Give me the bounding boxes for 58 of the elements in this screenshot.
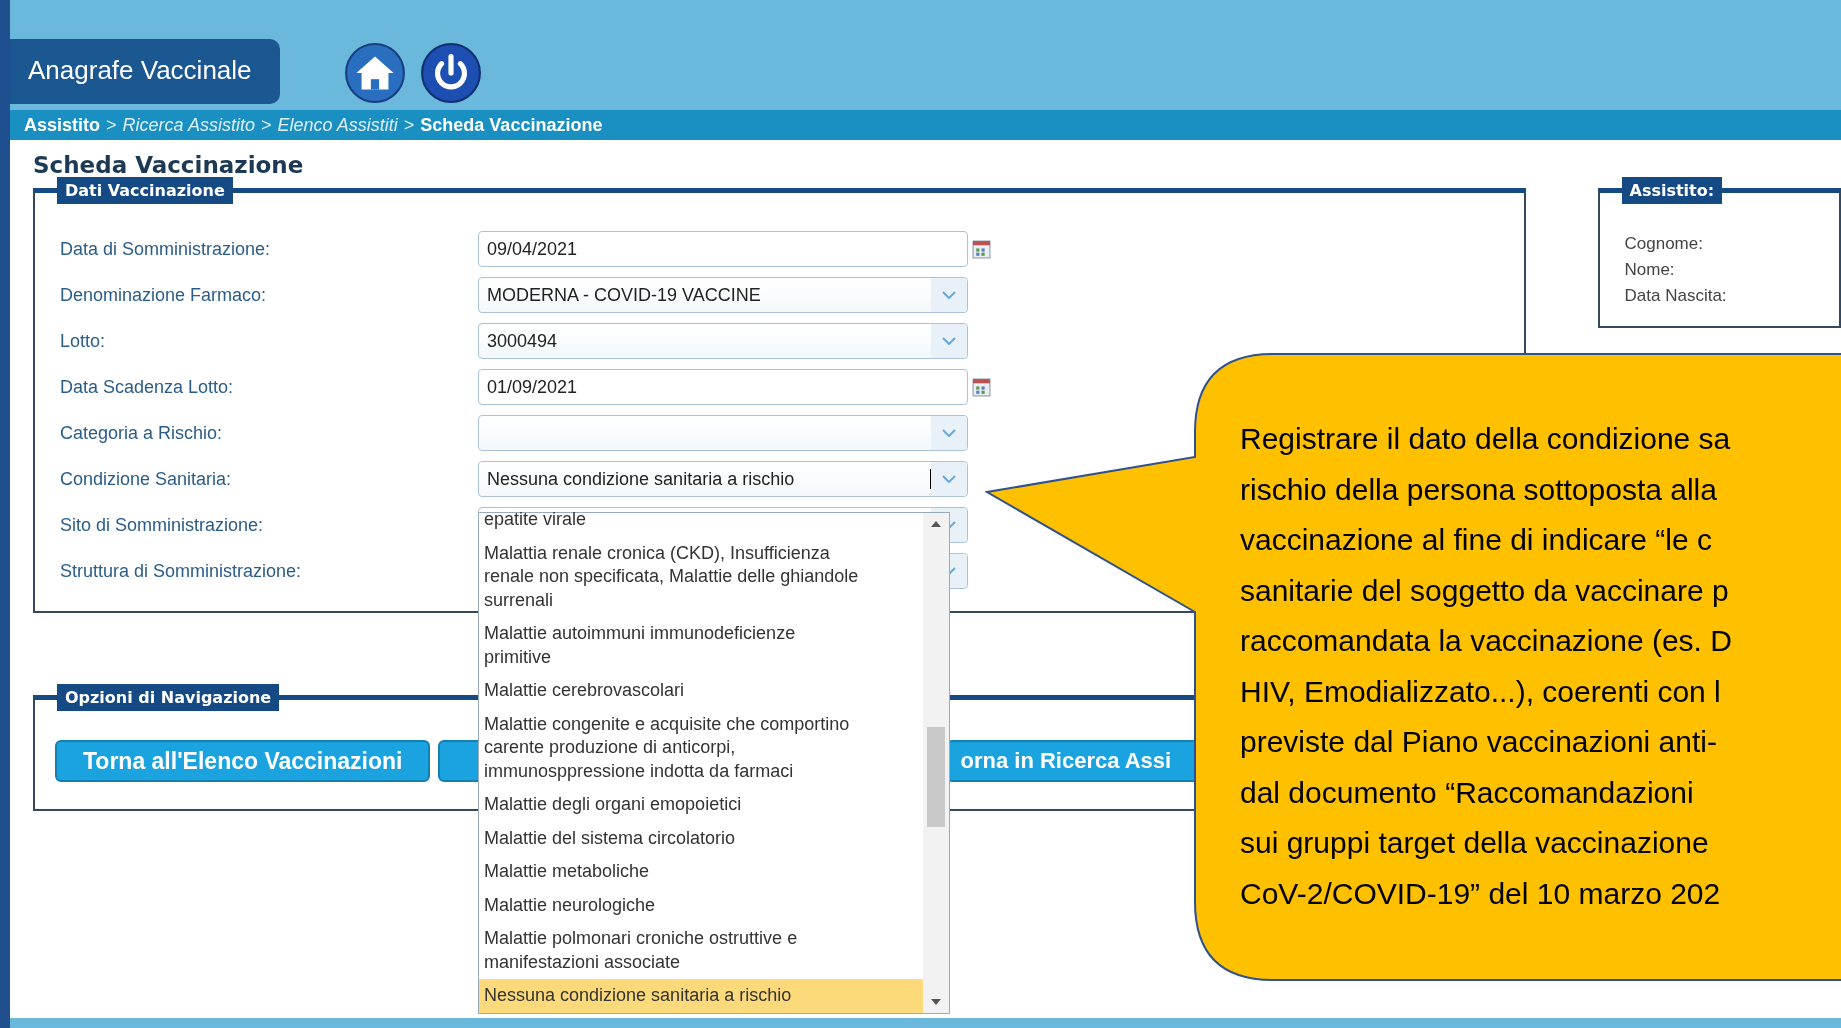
- dropdown-option[interactable]: Malattie degli organi emopoietici: [479, 788, 923, 822]
- breadcrumb-separator: >: [106, 114, 117, 136]
- chevron-down-icon: [942, 429, 956, 437]
- dropdown-option[interactable]: Malattie polmonari croniche ostruttive e manifestazioni associate: [479, 922, 923, 979]
- dropdown-option[interactable]: Malattie congenite e acquisite che comportino carente produzione di anticorpi, immunosppressione indotta da farmaci: [479, 707, 923, 788]
- callout-text: CoV-2/COVID-19” del 10 marzo 202: [1240, 875, 1722, 912]
- scroll-down-icon[interactable]: [931, 999, 941, 1005]
- dropdown-option[interactable]: Malattie metaboliche: [479, 855, 923, 889]
- page-title: Scheda Vaccinazione: [33, 152, 305, 178]
- scrollbar[interactable]: [923, 513, 949, 1013]
- field-label: Struttura di Somministrazione:: [60, 560, 303, 582]
- app-title: Anagrafe Vaccinale: [10, 39, 280, 104]
- calendar-icon[interactable]: [972, 239, 991, 259]
- dropdown-option[interactable]: Malattie neurologiche: [479, 888, 923, 922]
- callout-text: Registrare il dato della condizione sa: [1240, 421, 1732, 457]
- power-icon[interactable]: [419, 42, 482, 104]
- field-label: Sito di Somministrazione:: [60, 514, 265, 536]
- dropdown-field[interactable]: [478, 415, 968, 451]
- home-icon[interactable]: [343, 42, 406, 104]
- panel-legend: Dati Vaccinazione: [57, 177, 233, 204]
- breadcrumb-item: Scheda Vaccinazione: [420, 114, 603, 136]
- dropdown-option[interactable]: Malattie del sistema circolatorio: [479, 821, 923, 855]
- scrollbar-thumb[interactable]: [927, 727, 945, 827]
- scroll-up-icon[interactable]: [931, 521, 941, 527]
- field-label: Denominazione Farmaco:: [60, 284, 268, 306]
- field-label: Lotto:: [60, 330, 107, 352]
- patient-label: Cognome:: [1624, 233, 1704, 255]
- breadcrumb-item: Assistito: [24, 114, 101, 136]
- dropdown-field[interactable]: MODERNA - COVID-19 VACCINE: [478, 277, 968, 313]
- combo-box[interactable]: Nessuna condizione sanitaria a rischio: [478, 461, 968, 497]
- callout-text: vaccinazione al fine di indicare “le c: [1240, 522, 1713, 558]
- patient-label: Data Nascita:: [1624, 285, 1728, 307]
- dropdown-option[interactable]: Malattie cerebrovascolari: [479, 674, 923, 708]
- calendar-icon[interactable]: [972, 377, 991, 397]
- chevron-down-icon: [942, 337, 956, 345]
- panel-legend: Assistito:: [1621, 177, 1723, 204]
- patient-label: Nome:: [1624, 259, 1676, 281]
- callout-text: raccomandata la vaccinazione (es. D: [1240, 623, 1732, 659]
- field-label: Condizione Sanitaria:: [60, 468, 233, 490]
- dropdown-option[interactable]: epatite virale: [479, 503, 923, 537]
- field-label: Categoria a Rischio:: [60, 422, 224, 444]
- dropdown-field[interactable]: 3000494: [478, 323, 968, 359]
- chevron-down-icon: [942, 291, 956, 299]
- callout-text: HIV, Emodializzato...), coerenti con l: [1240, 673, 1722, 710]
- field-label: Data Scadenza Lotto:: [60, 376, 235, 398]
- callout-text: sui gruppi target della vaccinazione: [1240, 825, 1710, 861]
- dropdown-option[interactable]: Nessuna condizione sanitaria a rischio: [479, 979, 923, 1013]
- date-field[interactable]: 09/04/2021: [478, 231, 968, 267]
- breadcrumb-separator: >: [403, 114, 415, 136]
- field-label: Data di Somministrazione:: [60, 238, 272, 260]
- dropdown-option[interactable]: Malattie autoimmuni immunodeficienze primitive: [479, 617, 923, 674]
- chevron-down-icon: [942, 475, 956, 483]
- breadcrumb-separator: >: [260, 114, 272, 136]
- callout-text: rischio della persona sottoposta alla: [1240, 471, 1718, 508]
- panel-legend: Opzioni di Navigazione: [57, 684, 280, 711]
- callout-text: sanitarie del soggetto da vaccinare p: [1240, 572, 1730, 609]
- date-field[interactable]: 01/09/2021: [478, 369, 968, 405]
- dropdown-option[interactable]: Malattia renale cronica (CKD), Insufficienza renale non specificata, Malattie delle ghiandole surrenali: [479, 536, 923, 617]
